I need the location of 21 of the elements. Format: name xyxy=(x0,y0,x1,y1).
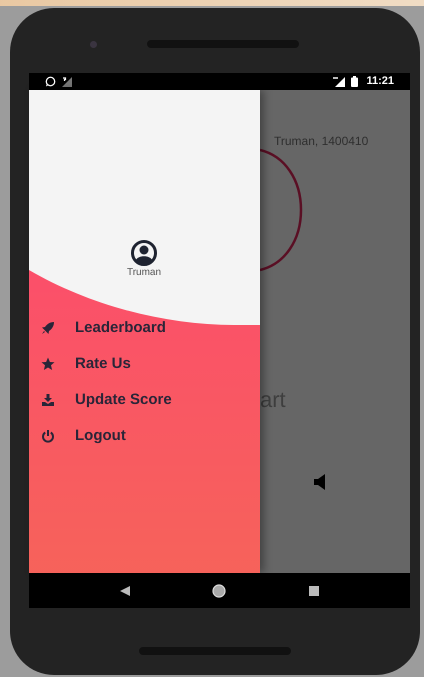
battery-icon xyxy=(351,76,358,87)
header-text: Truman, 1400410 xyxy=(274,133,368,150)
avatar-icon xyxy=(131,240,157,266)
menu-item[interactable]: Leaderboard xyxy=(39,315,260,341)
menu-item[interactable]: Logout xyxy=(39,423,260,449)
power-icon xyxy=(41,429,55,443)
rocket-icon xyxy=(41,321,55,335)
menu-item[interactable]: Rate Us xyxy=(39,351,260,377)
download-icon xyxy=(41,393,55,407)
signal-icon xyxy=(62,76,72,86)
recents-icon[interactable] xyxy=(308,586,319,596)
status-time: 11:21 xyxy=(366,74,394,90)
home-icon[interactable] xyxy=(212,584,226,598)
signal-icon xyxy=(333,76,346,86)
back-icon[interactable] xyxy=(120,586,130,596)
user-name: Truman xyxy=(126,267,162,279)
star-icon xyxy=(41,357,55,371)
camera-lens xyxy=(90,41,97,48)
chat-bubble-icon xyxy=(45,76,56,87)
menu-item[interactable]: Update Score xyxy=(39,387,260,413)
speaker-icon xyxy=(314,474,326,490)
